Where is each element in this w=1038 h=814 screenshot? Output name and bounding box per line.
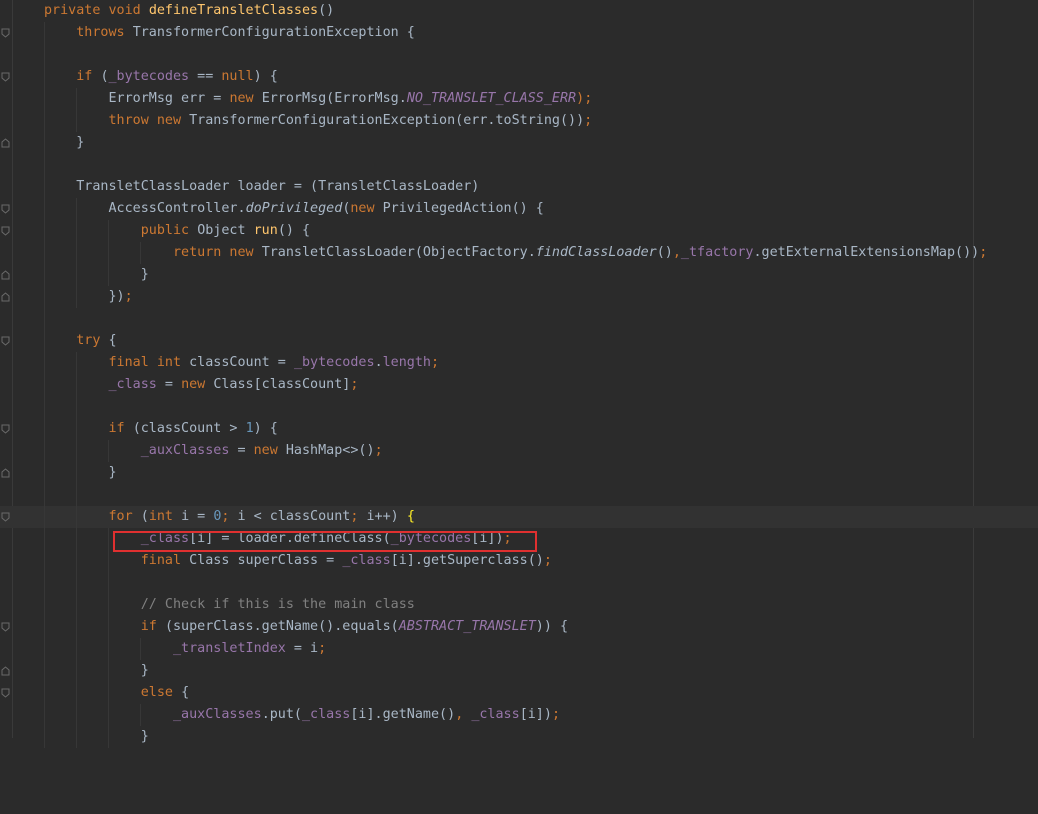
code-line[interactable]: ErrorMsg err = new ErrorMsg(ErrorMsg.NO_…: [0, 88, 1038, 110]
fold-marker-icon[interactable]: [1, 622, 10, 632]
fold-marker-icon[interactable]: [1, 72, 10, 82]
code-line[interactable]: return new TransletClassLoader(ObjectFac…: [0, 242, 1038, 264]
fold-marker-icon[interactable]: [1, 138, 10, 148]
code-line[interactable]: if (superClass.getName().equals(ABSTRACT…: [0, 616, 1038, 638]
code-line[interactable]: throw new TransformerConfigurationExcept…: [0, 110, 1038, 132]
code-line[interactable]: // Check if this is the main class: [0, 594, 1038, 616]
code-line[interactable]: [0, 396, 1038, 418]
code-line[interactable]: _auxClasses = new HashMap<>();: [0, 440, 1038, 462]
code-line[interactable]: public Object run() {: [0, 220, 1038, 242]
code-line[interactable]: });: [0, 286, 1038, 308]
code-line[interactable]: _class = new Class[classCount];: [0, 374, 1038, 396]
fold-marker-icon[interactable]: [1, 336, 10, 346]
fold-marker-icon[interactable]: [1, 270, 10, 280]
code-line[interactable]: [0, 154, 1038, 176]
code-line[interactable]: _transletIndex = i;: [0, 638, 1038, 660]
code-line[interactable]: }: [0, 462, 1038, 484]
fold-marker-icon[interactable]: [1, 292, 10, 302]
code-line[interactable]: TransletClassLoader loader = (TransletCl…: [0, 176, 1038, 198]
fold-marker-icon[interactable]: [1, 468, 10, 478]
code-line[interactable]: throws TransformerConfigurationException…: [0, 22, 1038, 44]
code-line[interactable]: }: [0, 660, 1038, 682]
fold-marker-icon[interactable]: [1, 688, 10, 698]
code-line[interactable]: final Class superClass = _class[i].getSu…: [0, 550, 1038, 572]
fold-marker-icon[interactable]: [1, 666, 10, 676]
code-line[interactable]: [0, 572, 1038, 594]
code-line[interactable]: if (_bytecodes == null) {: [0, 66, 1038, 88]
code-line-current[interactable]: for (int i = 0; i < classCount; i++) {: [0, 506, 1038, 528]
code-line[interactable]: private void defineTransletClasses(): [0, 0, 1038, 22]
code-line[interactable]: }: [0, 726, 1038, 748]
code-line[interactable]: if (classCount > 1) {: [0, 418, 1038, 440]
code-area[interactable]: private void defineTransletClasses() thr…: [0, 0, 1038, 748]
fold-marker-icon[interactable]: [1, 424, 10, 434]
highlight-annotation-box: [113, 531, 537, 552]
code-line[interactable]: [0, 308, 1038, 330]
code-editor[interactable]: private void defineTransletClasses() thr…: [0, 0, 1038, 748]
fold-marker-icon[interactable]: [1, 28, 10, 38]
fold-marker-icon[interactable]: [1, 204, 10, 214]
code-line[interactable]: _auxClasses.put(_class[i].getName(), _cl…: [0, 704, 1038, 726]
code-line[interactable]: else {: [0, 682, 1038, 704]
code-line[interactable]: }: [0, 264, 1038, 286]
code-line[interactable]: }: [0, 132, 1038, 154]
fold-marker-icon[interactable]: [1, 226, 10, 236]
code-line[interactable]: AccessController.doPrivileged(new Privil…: [0, 198, 1038, 220]
code-line[interactable]: [0, 44, 1038, 66]
code-line[interactable]: [0, 484, 1038, 506]
fold-marker-icon[interactable]: [1, 512, 10, 522]
code-line[interactable]: final int classCount = _bytecodes.length…: [0, 352, 1038, 374]
code-line[interactable]: try {: [0, 330, 1038, 352]
